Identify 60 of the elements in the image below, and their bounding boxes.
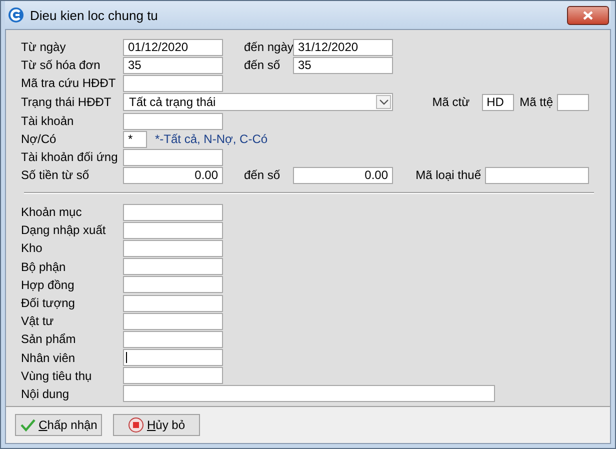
accept-button[interactable]: Chấp nhận	[15, 414, 102, 436]
input-field[interactable]	[485, 166, 589, 184]
cancel-button[interactable]: Hủy bỏ	[113, 414, 200, 436]
field-label: Từ ngày	[21, 40, 67, 54]
field-label: Nội dung	[21, 386, 70, 401]
field-label: Tài khoản	[21, 114, 75, 128]
field-label: Mã tra cứu HĐĐT	[21, 76, 117, 90]
field-label: Mã loại thuế	[416, 168, 481, 182]
input-field[interactable]	[557, 94, 589, 110]
input-field[interactable]: 35	[123, 56, 223, 74]
input-field[interactable]	[123, 294, 223, 312]
field-label: Tài khoản đối ứng	[21, 150, 119, 164]
checkmark-icon	[20, 418, 36, 432]
input-field[interactable]	[123, 240, 223, 257]
input-field[interactable]	[123, 385, 495, 402]
input-field[interactable]	[123, 330, 223, 348]
input-field[interactable]	[123, 222, 223, 239]
input-field[interactable]	[123, 367, 223, 384]
field-label: đến số	[244, 168, 282, 182]
input-field[interactable]	[123, 258, 223, 276]
input-field[interactable]	[123, 148, 223, 166]
field-label: Hợp đồng	[21, 278, 76, 292]
input-field[interactable]: HD	[482, 94, 514, 110]
close-button[interactable]	[567, 6, 609, 24]
field-label: đến số	[244, 58, 282, 72]
field-label: Mã ttệ	[520, 95, 553, 109]
input-field[interactable]: 0.00	[123, 166, 223, 184]
status-dropdown[interactable]: Tất cả trạng thái	[123, 93, 393, 111]
input-field[interactable]: 0.00	[293, 166, 393, 184]
app-logo-icon	[8, 7, 24, 23]
field-label: đến ngày	[244, 40, 293, 54]
input-field[interactable]: *	[123, 130, 147, 148]
input-field[interactable]	[123, 112, 223, 130]
input-field[interactable]	[123, 204, 223, 221]
field-label: Khoản mục	[21, 205, 83, 220]
field-label: Kho	[21, 241, 44, 256]
input-field[interactable]	[123, 349, 223, 366]
field-label: Từ số hóa đơn	[21, 58, 102, 72]
field-label: Mã ctừ	[432, 95, 470, 109]
input-field[interactable]	[123, 276, 223, 294]
close-icon	[583, 10, 593, 20]
stop-icon	[128, 417, 144, 433]
chevron-down-icon	[378, 99, 388, 105]
field-label: Đối tượng	[21, 296, 76, 310]
field-label: Số tiền từ số	[21, 168, 90, 182]
input-field[interactable]: 35	[293, 56, 393, 74]
field-label: Bộ phận	[21, 260, 67, 274]
field-label: Nợ/Có	[21, 132, 58, 146]
input-field[interactable]	[123, 312, 223, 330]
field-label: Vật tư	[21, 314, 55, 328]
input-field[interactable]	[123, 74, 223, 92]
field-label: Sản phẩm	[21, 332, 77, 346]
field-label: Vùng tiêu thụ	[21, 368, 93, 383]
field-label: Dạng nhập xuất	[21, 223, 107, 238]
input-field[interactable]: 01/12/2020	[123, 38, 223, 56]
field-label: Trạng thái HĐĐT	[21, 95, 112, 109]
field-label: Nhân viên	[21, 350, 76, 365]
input-field[interactable]: 31/12/2020	[293, 38, 393, 56]
hint-text: *-Tất cả, N-Nợ, C-Có	[155, 132, 268, 146]
window-title: Dieu kien loc chung tu	[30, 8, 158, 22]
